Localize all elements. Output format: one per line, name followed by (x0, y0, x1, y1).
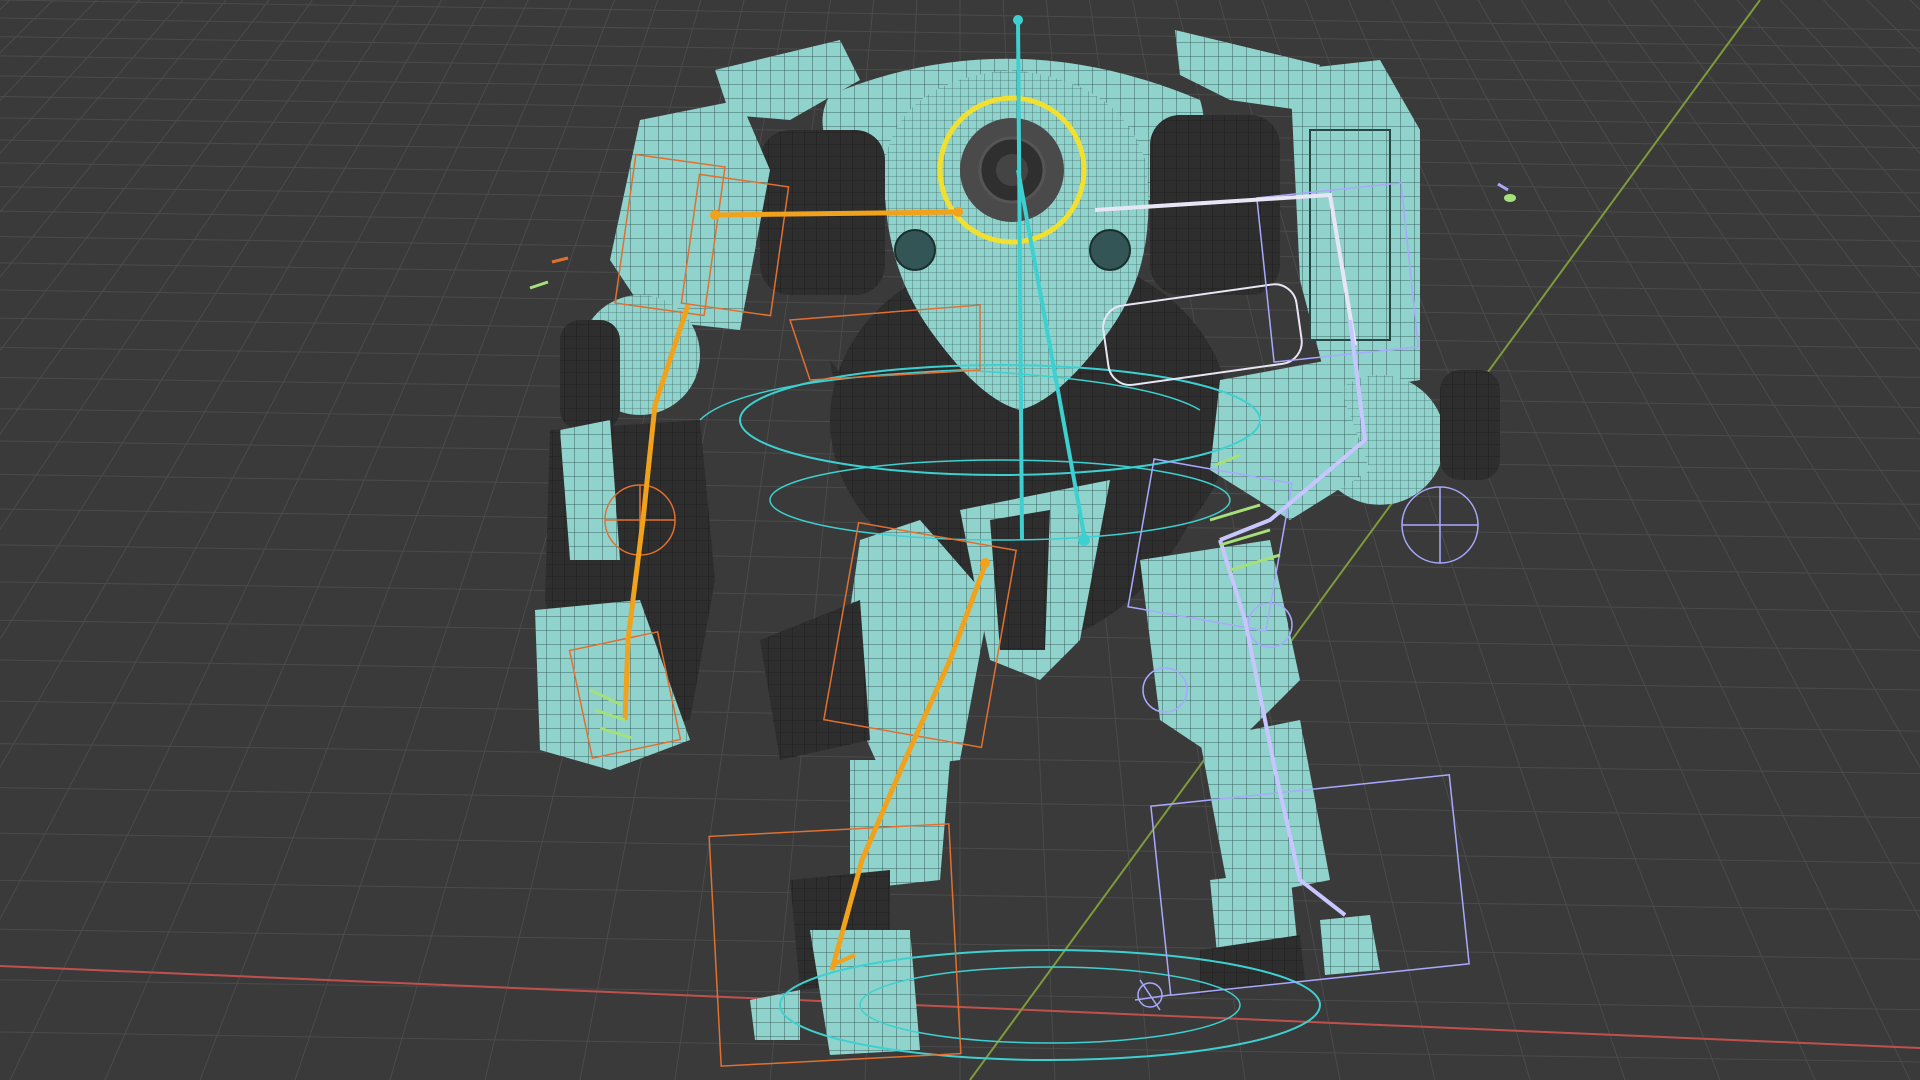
3d-viewport[interactable] (0, 0, 1920, 1080)
viewport-canvas[interactable] (0, 0, 1920, 1080)
foot-pivot-gizmo[interactable] (1134, 979, 1171, 1011)
